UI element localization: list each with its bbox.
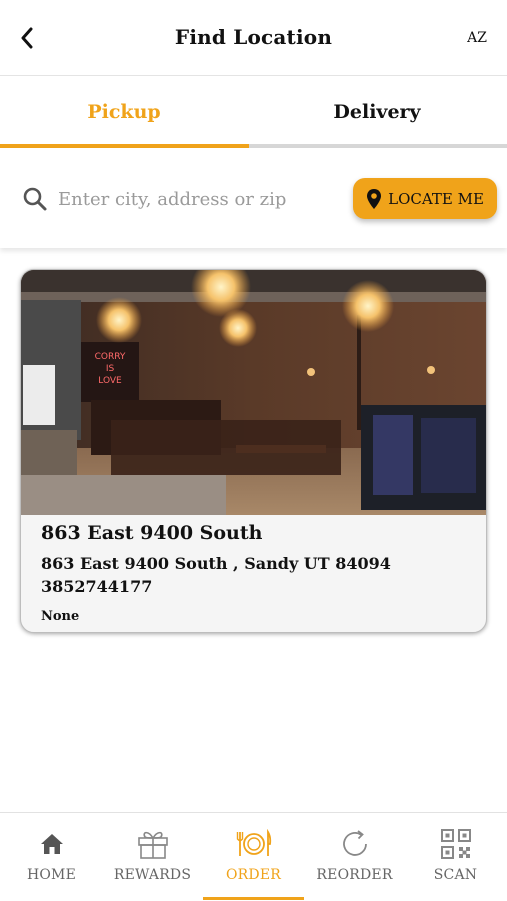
search-icon	[23, 187, 47, 211]
qr-code-icon	[440, 829, 471, 859]
app-header: Find Location AZ	[0, 0, 507, 76]
nav-order-label: ORDER	[225, 867, 281, 883]
refresh-icon	[342, 830, 367, 856]
neon-sign-line-1: CORRY	[95, 352, 126, 362]
search-bar: LOCATE ME	[0, 148, 507, 248]
locate-me-button[interactable]: LOCATE ME	[353, 178, 497, 219]
location-name: 863 East 9400 South	[41, 522, 263, 544]
location-phone[interactable]: 3852744177	[41, 575, 476, 598]
neon-sign-line-2: IS	[106, 364, 115, 374]
nav-rewards[interactable]: REWARDS	[102, 813, 203, 901]
location-card[interactable]: CORRY IS LOVE 863 East 9400 South 863 Ea…	[20, 269, 487, 633]
tab-pickup[interactable]: Pickup	[0, 76, 248, 148]
tab-delivery[interactable]: Delivery	[253, 76, 501, 148]
map-pin-icon	[367, 188, 382, 209]
nav-order[interactable]: ORDER	[203, 813, 304, 901]
home-icon	[40, 834, 63, 854]
nav-reorder[interactable]: REORDER	[304, 813, 405, 901]
nav-rewards-label: REWARDS	[113, 867, 192, 883]
order-type-tabs: Pickup Delivery	[0, 76, 507, 148]
nav-reorder-label: REORDER	[316, 867, 393, 883]
location-details: 863 East 9400 South 863 East 9400 South …	[41, 522, 476, 624]
location-address: 863 East 9400 South , Sandy UT 84094	[41, 554, 391, 573]
nav-home[interactable]: HOME	[1, 813, 102, 901]
location-note: None	[41, 609, 80, 624]
locate-me-label: LOCATE ME	[388, 189, 484, 208]
gift-icon	[137, 831, 168, 859]
bottom-navigation: HOME REWARDS ORDER REORDER SCAN	[0, 812, 507, 901]
page-title: Find Location	[174, 25, 333, 49]
nav-scan[interactable]: SCAN	[405, 813, 506, 901]
neon-sign-line-3: LOVE	[98, 376, 122, 386]
nav-scan-label: SCAN	[433, 867, 478, 883]
plate-utensils-icon	[236, 829, 271, 856]
nav-home-label: HOME	[26, 867, 77, 883]
restaurant-photo: CORRY IS LOVE	[21, 270, 486, 515]
search-input[interactable]	[56, 178, 340, 220]
language-toggle[interactable]: AZ	[467, 30, 487, 46]
